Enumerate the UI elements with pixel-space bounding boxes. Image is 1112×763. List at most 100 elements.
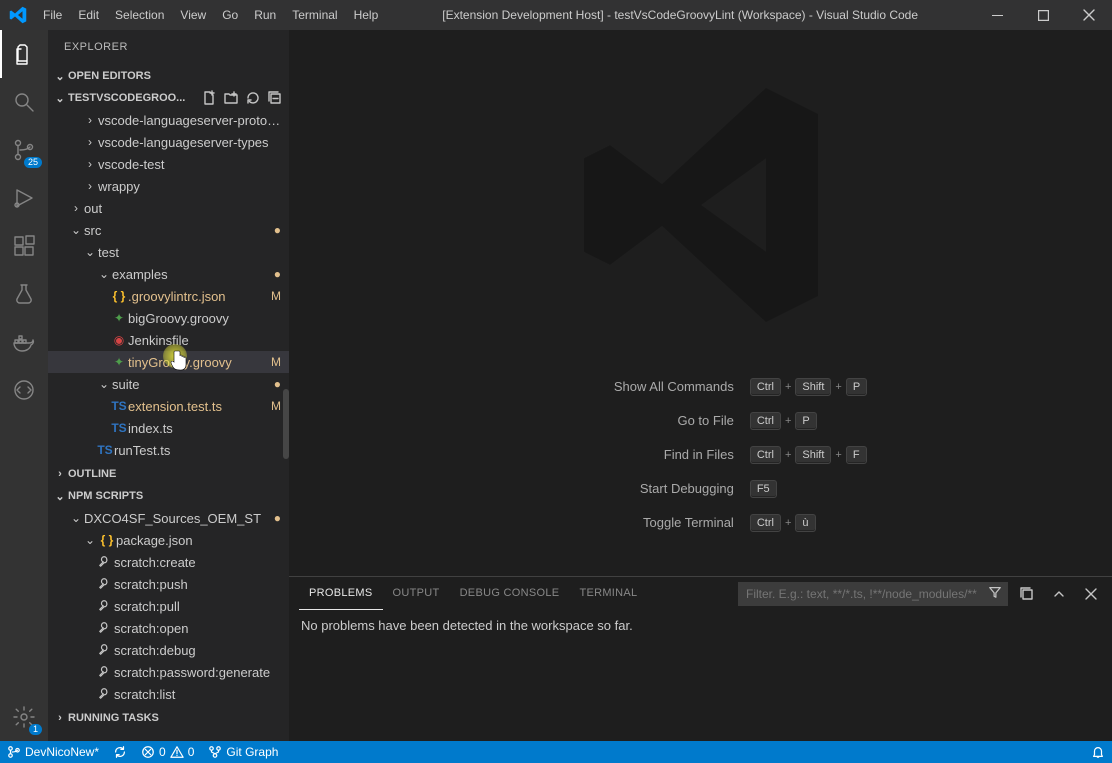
activity-explorer[interactable] <box>0 30 48 78</box>
file-name: Jenkinsfile <box>128 333 281 348</box>
file-name: tinyGroovy.groovy <box>128 355 265 370</box>
folder-row[interactable]: ⌄test <box>48 241 289 263</box>
section-open-editors[interactable]: ⌄ OPEN EDITORS <box>48 65 289 87</box>
folder-name: examples <box>112 267 265 282</box>
folder-row[interactable]: ›out <box>48 197 289 219</box>
groovy-icon: ✦ <box>110 311 128 325</box>
scrollbar-thumb[interactable] <box>283 389 289 459</box>
keycap: F5 <box>750 480 777 498</box>
menu-go[interactable]: Go <box>214 0 246 30</box>
folder-row[interactable]: ⌄examples● <box>48 263 289 285</box>
npm-row[interactable]: scratch:password:generate <box>48 661 289 683</box>
status-gitgraph[interactable]: Git Graph <box>201 741 285 763</box>
bottom-panel: PROBLEMS OUTPUT DEBUG CONSOLE TERMINAL N… <box>289 576 1112 741</box>
tab-problems[interactable]: PROBLEMS <box>299 577 383 610</box>
json-icon: { } <box>98 533 116 547</box>
file-row[interactable]: TSindex.ts <box>48 417 289 439</box>
keycap: P <box>795 412 816 430</box>
sidebar: EXPLORER ⌄ OPEN EDITORS ⌄ TESTVSCODEGROO… <box>48 30 289 741</box>
menu-view[interactable]: View <box>172 0 214 30</box>
npm-row[interactable]: scratch:push <box>48 573 289 595</box>
activity-docker[interactable] <box>0 318 48 366</box>
npm-row[interactable]: scratch:create <box>48 551 289 573</box>
problems-filter-input[interactable] <box>738 582 1008 606</box>
panel-tabs: PROBLEMS OUTPUT DEBUG CONSOLE TERMINAL <box>289 577 1112 610</box>
workspace-label: TESTVSCODEGROO... <box>68 92 199 104</box>
activity-search[interactable] <box>0 78 48 126</box>
folder-name: vscode-test <box>98 157 281 172</box>
folder-row[interactable]: ›vscode-languageserver-protocol <box>48 109 289 131</box>
wrench-icon <box>96 686 114 703</box>
app-icon <box>0 0 35 30</box>
close-button[interactable] <box>1066 0 1112 30</box>
npm-row[interactable]: scratch:delete <box>48 705 289 707</box>
git-modified-dot: ● <box>265 377 281 391</box>
maximize-button[interactable] <box>1020 0 1066 30</box>
file-tree[interactable]: ›vscode-languageserver-protocol›vscode-l… <box>48 109 289 463</box>
npm-row[interactable]: ⌄{ }package.json <box>48 529 289 551</box>
npm-row[interactable]: ⌄DXCO4SF_Sources_OEM_ST● <box>48 507 289 529</box>
folder-row[interactable]: ›wrappy <box>48 175 289 197</box>
collapse-all-icon[interactable] <box>265 88 285 108</box>
menu-selection[interactable]: Selection <box>107 0 172 30</box>
section-npm-scripts[interactable]: ⌄ NPM SCRIPTS <box>48 485 289 507</box>
npm-row[interactable]: scratch:open <box>48 617 289 639</box>
menu-help[interactable]: Help <box>346 0 387 30</box>
new-file-icon[interactable] <box>199 88 219 108</box>
status-notifications[interactable] <box>1084 741 1112 763</box>
menu-edit[interactable]: Edit <box>70 0 107 30</box>
command-label: Go to File <box>534 413 734 428</box>
status-problems[interactable]: 0 0 <box>134 741 201 763</box>
panel-maximize-icon[interactable] <box>1048 583 1070 605</box>
section-outline[interactable]: › OUTLINE <box>48 463 289 485</box>
new-folder-icon[interactable] <box>221 88 241 108</box>
activity-scm[interactable]: 25 <box>0 126 48 174</box>
collapse-all-icon[interactable] <box>1016 583 1038 605</box>
keycap: Ctrl <box>750 378 781 396</box>
activity-debug[interactable] <box>0 174 48 222</box>
activity-remote[interactable] <box>0 366 48 414</box>
folder-row[interactable]: ⌄src● <box>48 219 289 241</box>
label: scratch:pull <box>114 599 281 614</box>
status-branch[interactable]: DevNicoNew* <box>0 741 106 763</box>
git-modified-dot: ● <box>265 511 281 525</box>
file-row[interactable]: ✦tinyGroovy.groovyM <box>48 351 289 373</box>
file-row[interactable]: TSextension.test.tsM <box>48 395 289 417</box>
wrench-icon <box>96 554 114 571</box>
tab-debug-console[interactable]: DEBUG CONSOLE <box>450 577 570 610</box>
menu-terminal[interactable]: Terminal <box>284 0 345 30</box>
status-sync[interactable] <box>106 741 134 763</box>
minimize-button[interactable] <box>974 0 1020 30</box>
npm-row[interactable]: scratch:pull <box>48 595 289 617</box>
panel-close-icon[interactable] <box>1080 583 1102 605</box>
menu-file[interactable]: File <box>35 0 70 30</box>
file-row[interactable]: ◉Jenkinsfile <box>48 329 289 351</box>
folder-row[interactable]: ›vscode-test <box>48 153 289 175</box>
folder-row[interactable]: ›vscode-languageserver-types <box>48 131 289 153</box>
tab-output[interactable]: OUTPUT <box>383 577 450 610</box>
section-workspace[interactable]: ⌄ TESTVSCODEGROO... <box>48 87 289 109</box>
section-running-tasks[interactable]: › RUNNING TASKS <box>48 707 289 729</box>
keybinding: Ctrl+P <box>750 412 817 430</box>
npm-row[interactable]: scratch:list <box>48 683 289 705</box>
wrench-icon <box>96 642 114 659</box>
refresh-icon[interactable] <box>243 88 263 108</box>
npm-row[interactable]: scratch:debug <box>48 639 289 661</box>
plus: + <box>785 415 791 427</box>
sidebar-title: EXPLORER <box>48 30 289 65</box>
window-title: [Extension Development Host] - testVsCod… <box>386 8 974 22</box>
menu-run[interactable]: Run <box>246 0 284 30</box>
activity-extensions[interactable] <box>0 222 48 270</box>
gitgraph-label: Git Graph <box>226 745 278 759</box>
activity-settings[interactable]: 1 <box>0 693 48 741</box>
folder-name: src <box>84 223 265 238</box>
file-row[interactable]: ✦bigGroovy.groovy <box>48 307 289 329</box>
welcome-command-row: Show All CommandsCtrl+Shift+P <box>534 378 867 396</box>
activity-testing[interactable] <box>0 270 48 318</box>
npm-script-tree[interactable]: ⌄DXCO4SF_Sources_OEM_ST●⌄{ }package.json… <box>48 507 289 707</box>
file-row[interactable]: { }.groovylintrc.jsonM <box>48 285 289 307</box>
typescript-icon: TS <box>96 443 114 457</box>
tab-terminal[interactable]: TERMINAL <box>569 577 647 610</box>
file-row[interactable]: TSrunTest.ts <box>48 439 289 461</box>
folder-row[interactable]: ⌄suite● <box>48 373 289 395</box>
